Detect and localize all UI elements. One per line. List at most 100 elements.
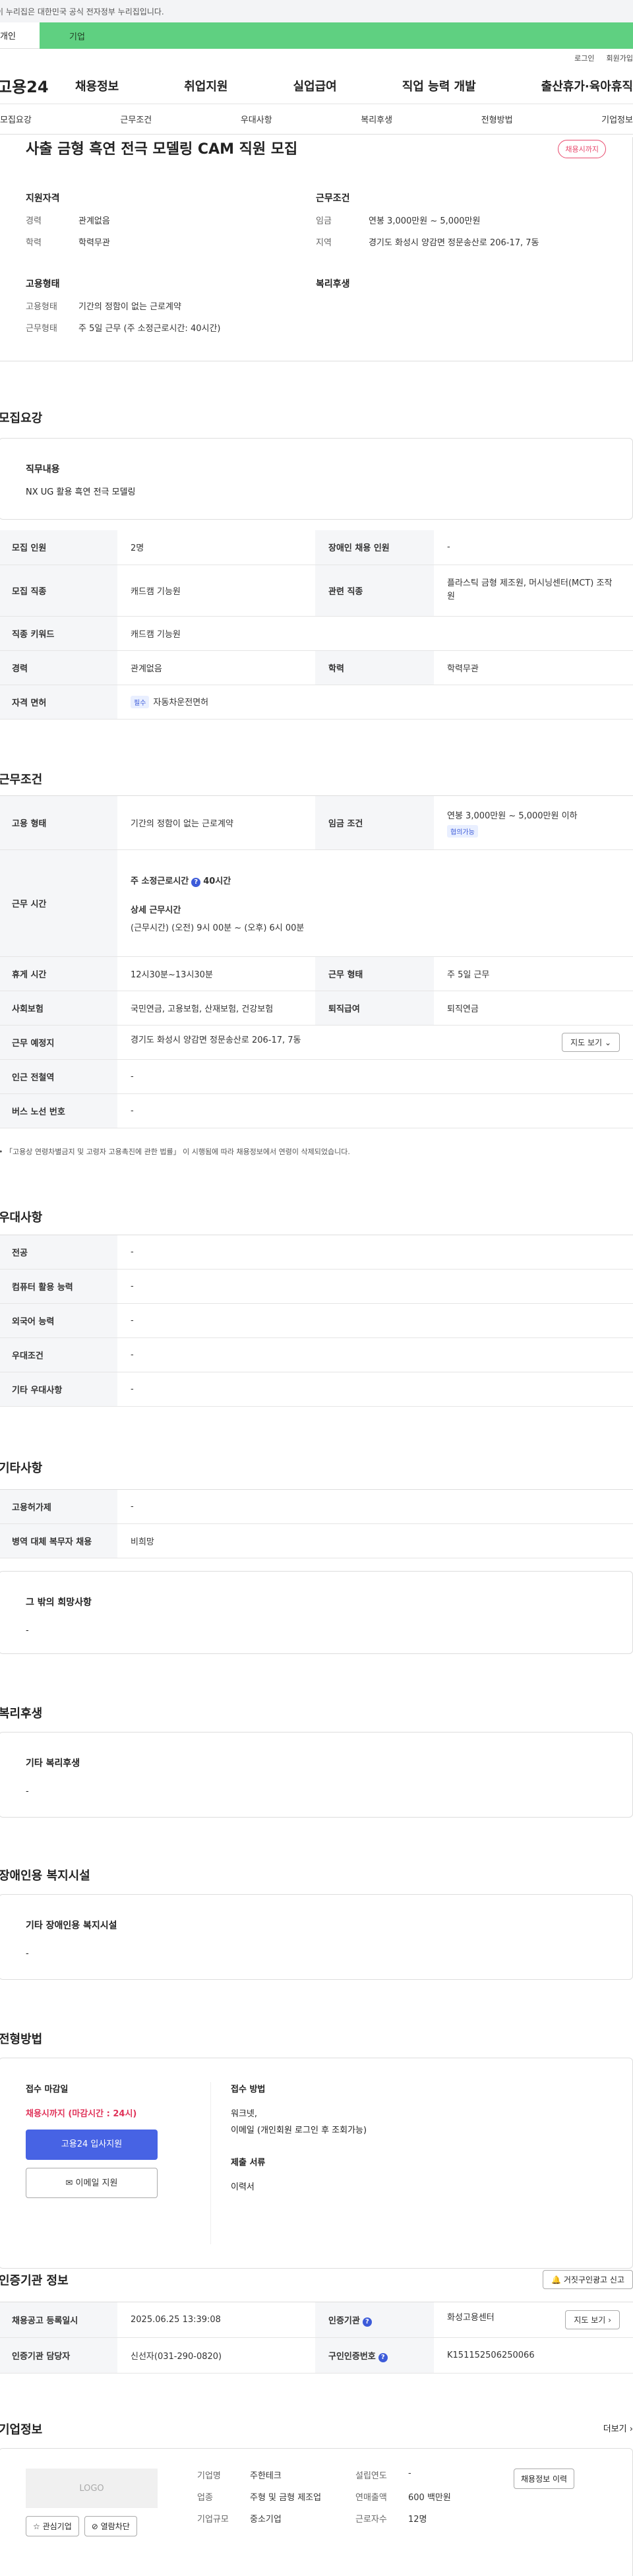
- table-row: 사회보험 국민연금, 고용보험, 산재보험, 건강보험 퇴직급여 퇴직연금: [0, 991, 633, 1026]
- company-more-link[interactable]: 더보기 ›: [603, 2422, 633, 2434]
- nav-item-unemployment[interactable]: 실업급여: [293, 77, 337, 94]
- table-row: 병역 대체 복무자 채용 비희망: [0, 1523, 633, 1558]
- emp-shift-label: 근무형태: [26, 324, 57, 334]
- cert-table: 채용공고 등록일시 2025.06.25 13:39:08 인증기관? 화성고용…: [0, 2302, 633, 2374]
- table-row: 직종 키워드 캐드캠 기능원: [0, 616, 633, 651]
- insurance-value: 국민연금, 고용보험, 산재보험, 건강보험: [117, 991, 315, 1026]
- company-box: LOGO ☆ 관심기업 ⊘ 열람차단 기업명 주한테크 업종 주형 및 금형 제조업…: [0, 2448, 633, 2576]
- cert-org-value: 화성고용센터: [447, 2313, 495, 2323]
- negotiable-badge: 협의가능: [447, 824, 478, 838]
- bell-icon: 🔔: [551, 2275, 564, 2285]
- career-label: 경력: [0, 650, 117, 685]
- process-box: 접수 마감일 채용시까지 (마감시간 : 24시) 고용24 입사지원 ✉ 이메…: [0, 2058, 633, 2269]
- nav-item-training[interactable]: 직업 능력 개발: [402, 77, 476, 94]
- apply-button[interactable]: 고용24 입사지원: [26, 2130, 158, 2160]
- recruit-history-button[interactable]: 채용정보 이력: [514, 2469, 575, 2489]
- info-icon[interactable]: ?: [191, 877, 201, 887]
- subway-value: -: [117, 1059, 633, 1094]
- main-menu: 채용정보 취업지원 실업급여 직업 능력 개발 출산휴가·육아휴직: [75, 77, 633, 94]
- info-icon[interactable]: ?: [378, 2352, 388, 2362]
- tab-process[interactable]: 전형방법: [481, 113, 513, 125]
- cert-number-value: K151152506250066: [434, 2337, 633, 2374]
- wage-cell: 연봉 3,000만원 ~ 5,000만원 이하 협의가능: [434, 795, 633, 850]
- nav-item-employment-support[interactable]: 취업지원: [184, 77, 227, 94]
- cert-org-cell: 화성고용센터 지도 보기 ›: [434, 2302, 633, 2338]
- block-button[interactable]: ⊘ 열람차단: [84, 2516, 137, 2536]
- sales-value: 600 백만원: [408, 2493, 451, 2503]
- license-value: 자동차운전면허: [153, 698, 209, 708]
- bus-value: -: [117, 1093, 633, 1128]
- mail-icon: ✉: [65, 2178, 76, 2188]
- tab-welfare[interactable]: 복리후생: [361, 113, 392, 125]
- pref-language-label: 외국어 능력: [0, 1303, 117, 1338]
- shift-value: 주 5일 근무: [434, 956, 633, 991]
- table-row: 인증기관 담당자 신선자(031-290-0820) 구인인증번호? K1511…: [0, 2337, 633, 2374]
- bullet-icon: •: [0, 1148, 5, 1156]
- company-logo: LOGO: [26, 2469, 158, 2508]
- tab-recruit[interactable]: 모집요강: [0, 113, 32, 125]
- pref-table: 전공 - 컴퓨터 활용 능력 - 외국어 능력 - 우대조건 - 기타 우대사항 -: [0, 1235, 633, 1407]
- other-wishes-box: 그 밖의 희망사항 -: [0, 1571, 633, 1654]
- hours-detail-title: 상세 근무시간: [131, 905, 181, 915]
- pref-etc-value: -: [117, 1372, 633, 1407]
- pref-computer-label: 컴퓨터 활용 능력: [0, 1269, 117, 1304]
- tab-personal[interactable]: 개인: [0, 22, 40, 49]
- map-button-label: 지도 보기: [570, 1038, 603, 1047]
- site-logo[interactable]: 고용24: [0, 74, 75, 97]
- conditions-section: 근무조건 임금 연봉 3,000만원 ~ 5,000만원 지역 경기도 화성시 양감…: [316, 191, 606, 257]
- age-notice-text: 「고용상 연령차별금지 및 고령자 고용촉진에 관한 법률」 이 시행됨에 따라…: [5, 1148, 350, 1156]
- cert-map-button[interactable]: 지도 보기 ›: [565, 2310, 620, 2329]
- qualification-title: 지원자격: [26, 193, 60, 204]
- table-row: 경력 관계없음 학력 학력무관: [0, 650, 633, 685]
- education-value: 학력무관: [434, 650, 633, 685]
- license-cell: 필수 자동차운전면허: [117, 685, 633, 720]
- cert-org-label: 인증기관?: [315, 2302, 434, 2338]
- pref-language-value: -: [117, 1303, 633, 1338]
- tab-company[interactable]: 기업: [40, 22, 633, 49]
- tab-preferences[interactable]: 우대사항: [241, 113, 272, 125]
- company-section-title: 기업정보: [0, 2423, 43, 2437]
- tab-work-conditions[interactable]: 근무조건: [120, 113, 152, 125]
- table-row: 고용허가제 -: [0, 1489, 633, 1524]
- employment-section: 고용형태 고용형태 기간의 정함이 없는 근로계약 근무형태 주 5일 근무 (주 …: [26, 277, 316, 343]
- table-row: 모집 직종 캐드캠 기능원 관련 직종 플라스틱 금형 제조원, 머시닝센터(M…: [0, 565, 633, 617]
- map-button[interactable]: 지도 보기 ⌄: [562, 1033, 620, 1052]
- cert-number-label: 구인인증번호?: [315, 2337, 434, 2374]
- jobtype-label: 모집 직종: [0, 565, 117, 617]
- disabled-count-label: 장애인 채용 인원: [315, 530, 434, 565]
- hours-main-label: 주 소정근로시간: [131, 876, 189, 886]
- email-apply-button[interactable]: ✉ 이메일 지원: [26, 2168, 158, 2198]
- table-row: 근무 예정지 경기도 화성시 양감면 정문송산로 206-17, 7동 지도 보…: [0, 1025, 633, 1060]
- cert-number-label-text: 구인인증번호: [328, 2351, 376, 2362]
- login-link[interactable]: 로그인: [574, 53, 594, 63]
- cert-section-title: 인증기관 정보: [0, 2274, 69, 2288]
- report-button[interactable]: 🔔 거짓구인광고 신고: [543, 2270, 633, 2289]
- info-icon[interactable]: ?: [362, 2317, 372, 2327]
- process-section-title: 전형방법: [0, 2033, 43, 2046]
- break-label: 휴게 시간: [0, 956, 117, 991]
- emp-shift-value: 주 5일 근무 (주 소정근로시간: 40시간): [78, 324, 221, 334]
- table-row: 인근 전철역 -: [0, 1059, 633, 1094]
- welfare-summary-title: 복리후생: [316, 279, 350, 290]
- signup-link[interactable]: 회원가입: [607, 53, 633, 63]
- cond-wage-label: 임금: [316, 216, 332, 226]
- favorite-button[interactable]: ☆ 관심기업: [26, 2516, 79, 2536]
- cert-org-label-text: 인증기관: [328, 2315, 360, 2326]
- nav-item-jobs[interactable]: 채용정보: [75, 77, 119, 94]
- etc-table: 고용허가제 - 병역 대체 복무자 채용 비희망: [0, 1489, 633, 1558]
- pref-condition-label: 우대조건: [0, 1337, 117, 1372]
- table-row: 모집 인원 2명 장애인 채용 인원 -: [0, 530, 633, 565]
- main-nav: 고용24 채용정보 취업지원 실업급여 직업 능력 개발 출산휴가·육아휴직: [0, 67, 633, 104]
- nav-item-parental-leave[interactable]: 출산휴가·육아휴직: [541, 77, 633, 94]
- employees-label: 근로자수: [355, 2515, 387, 2525]
- conditions-title: 근무조건: [316, 193, 350, 204]
- education-label: 학력: [315, 650, 434, 685]
- disabled-count-value: -: [434, 530, 633, 565]
- disabled-facility-box: 기타 장애인용 복지시설 -: [0, 1894, 633, 1980]
- job-title: 사출 금형 흑연 전극 모델링 CAM 직원 모집: [26, 141, 298, 158]
- tab-company[interactable]: 기업정보: [601, 113, 633, 125]
- emp-type-value: 기간의 정함이 없는 근로계약: [117, 795, 315, 850]
- sales-label: 연매출액: [355, 2493, 387, 2503]
- work-permit-value: -: [117, 1489, 633, 1524]
- hours-main-value: 40시간: [203, 876, 231, 886]
